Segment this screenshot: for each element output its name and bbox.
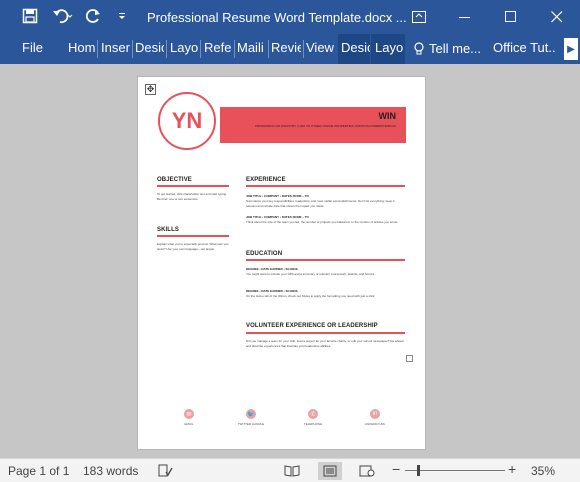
- document-area[interactable]: ✥ WIN PROFESSION OR INDUSTRY | LINK TO O…: [0, 64, 580, 458]
- volunteer-heading[interactable]: VOLUNTEER EXPERIENCE OR LEADERSHIP: [246, 323, 378, 329]
- tab-table-layout[interactable]: Layo: [371, 34, 405, 64]
- ribbon-scroll-right-icon[interactable]: ▶: [564, 38, 578, 60]
- volunteer-rule: [246, 332, 405, 334]
- title-bar: Professional Resume Word Template.docx .…: [0, 0, 580, 34]
- linkedin-icon: in: [370, 409, 380, 419]
- contact-label: EMAIL: [184, 422, 194, 426]
- word-count[interactable]: 183 words: [83, 464, 138, 478]
- page-count[interactable]: Page 1 of 1: [8, 464, 69, 478]
- tell-me-label: Tell me...: [429, 41, 482, 56]
- email-icon: ✉: [184, 409, 194, 419]
- tab-references[interactable]: Refer: [204, 34, 232, 64]
- skills-heading[interactable]: SKILLS: [157, 227, 179, 233]
- job2-text[interactable]: Think about the size of the team you led…: [246, 220, 405, 225]
- contact-label: TELEPHONE: [303, 422, 323, 426]
- contact-label: LINKEDIN URL: [364, 422, 386, 426]
- header-banner: WIN PROFESSION OR INDUSTRY | LINK TO OTH…: [220, 107, 406, 143]
- proofing-icon[interactable]: [153, 462, 177, 480]
- tab-review[interactable]: Revie: [271, 34, 301, 64]
- job2-title[interactable]: JOB TITLE • COMPANY • DATES FROM – TO: [246, 215, 405, 220]
- objective-text[interactable]: To get started, click placeholder text a…: [157, 192, 229, 201]
- experience-heading[interactable]: EXPERIENCE: [246, 177, 286, 183]
- skills-text[interactable]: Explain what you're especially good at. …: [157, 242, 229, 251]
- job1-title[interactable]: JOB TITLE • COMPANY • DATES FROM – TO: [246, 194, 405, 199]
- tab-file[interactable]: File: [22, 34, 43, 64]
- print-layout-icon[interactable]: [318, 462, 342, 480]
- zoom-level[interactable]: 35%: [531, 464, 555, 478]
- edu2-title[interactable]: DEGREE • DATE EARNED • SCHOOL: [246, 289, 405, 294]
- tab-table-design[interactable]: Desic: [338, 34, 370, 64]
- document-title: Professional Resume Word Template.docx .…: [147, 10, 407, 25]
- document-page[interactable]: ✥ WIN PROFESSION OR INDUSTRY | LINK TO O…: [137, 76, 426, 450]
- customize-qat-icon[interactable]: [115, 6, 129, 26]
- save-icon[interactable]: [20, 6, 40, 26]
- contact-twitter[interactable]: 🐦 TWITTER HANDLE: [226, 409, 276, 426]
- zoom-in-button[interactable]: +: [508, 461, 516, 477]
- ribbon-display-options-icon[interactable]: [396, 0, 442, 34]
- tab-insert[interactable]: Inser: [101, 34, 130, 64]
- contact-telephone[interactable]: ✆ TELEPHONE: [288, 409, 338, 426]
- tell-me-box[interactable]: Tell me...: [414, 34, 481, 64]
- edu1-title[interactable]: DEGREE • DATE EARNED • SCHOOL: [246, 267, 405, 272]
- tab-layout[interactable]: Layo: [170, 34, 198, 64]
- contact-email[interactable]: ✉ EMAIL: [164, 409, 214, 426]
- edu1-text[interactable]: You might want to include your GPA and a…: [246, 272, 405, 277]
- status-bar: Page 1 of 1 183 words − + 35%: [0, 458, 580, 482]
- maximize-icon[interactable]: [488, 0, 534, 34]
- undo-icon[interactable]: [50, 6, 76, 26]
- minimize-icon[interactable]: [442, 0, 488, 34]
- zoom-slider-thumb[interactable]: [417, 465, 420, 476]
- education-rule: [246, 259, 405, 261]
- lightbulb-icon: [414, 42, 424, 55]
- experience-rule: [246, 185, 405, 187]
- web-layout-icon[interactable]: [355, 462, 379, 480]
- table-move-handle-icon[interactable]: ✥: [145, 84, 156, 95]
- tab-mailings[interactable]: Maili: [237, 34, 266, 64]
- office-tutorials-tab[interactable]: Office Tut...: [493, 34, 555, 64]
- twitter-icon: 🐦: [246, 409, 256, 419]
- close-icon[interactable]: [534, 0, 580, 34]
- telephone-icon: ✆: [308, 409, 318, 419]
- contact-label: TWITTER HANDLE: [237, 422, 265, 426]
- ribbon-tabs: File Hom Inser Desic Layo Refer Maili Re…: [0, 34, 580, 64]
- skills-rule: [157, 235, 229, 237]
- redo-icon[interactable]: [84, 6, 104, 26]
- job1-text[interactable]: Summarize your key responsibilities, lea…: [246, 199, 405, 208]
- objective-rule: [157, 185, 229, 187]
- tab-view[interactable]: View: [306, 34, 335, 64]
- volunteer-text[interactable]: Did you manage a team for your club, lea…: [246, 339, 405, 348]
- zoom-out-button[interactable]: −: [392, 461, 400, 477]
- initials-circle[interactable]: YN: [158, 92, 216, 150]
- resume-tagline[interactable]: PROFESSION OR INDUSTRY | LINK TO OTHER O…: [236, 124, 396, 129]
- read-mode-icon[interactable]: [280, 462, 304, 480]
- tab-design[interactable]: Desic: [135, 34, 164, 64]
- table-resize-handle-icon[interactable]: [406, 355, 413, 362]
- tab-home[interactable]: Hom: [68, 34, 96, 64]
- contact-linkedin[interactable]: in LINKEDIN URL: [350, 409, 400, 426]
- education-heading[interactable]: EDUCATION: [246, 251, 282, 257]
- objective-heading[interactable]: OBJECTIVE: [157, 177, 192, 183]
- zoom-slider-track[interactable]: [405, 470, 505, 471]
- resume-name[interactable]: WIN: [379, 111, 397, 121]
- edu2-text[interactable]: On the Home tab of the ribbon, check out…: [246, 294, 405, 299]
- initials: YN: [171, 108, 203, 133]
